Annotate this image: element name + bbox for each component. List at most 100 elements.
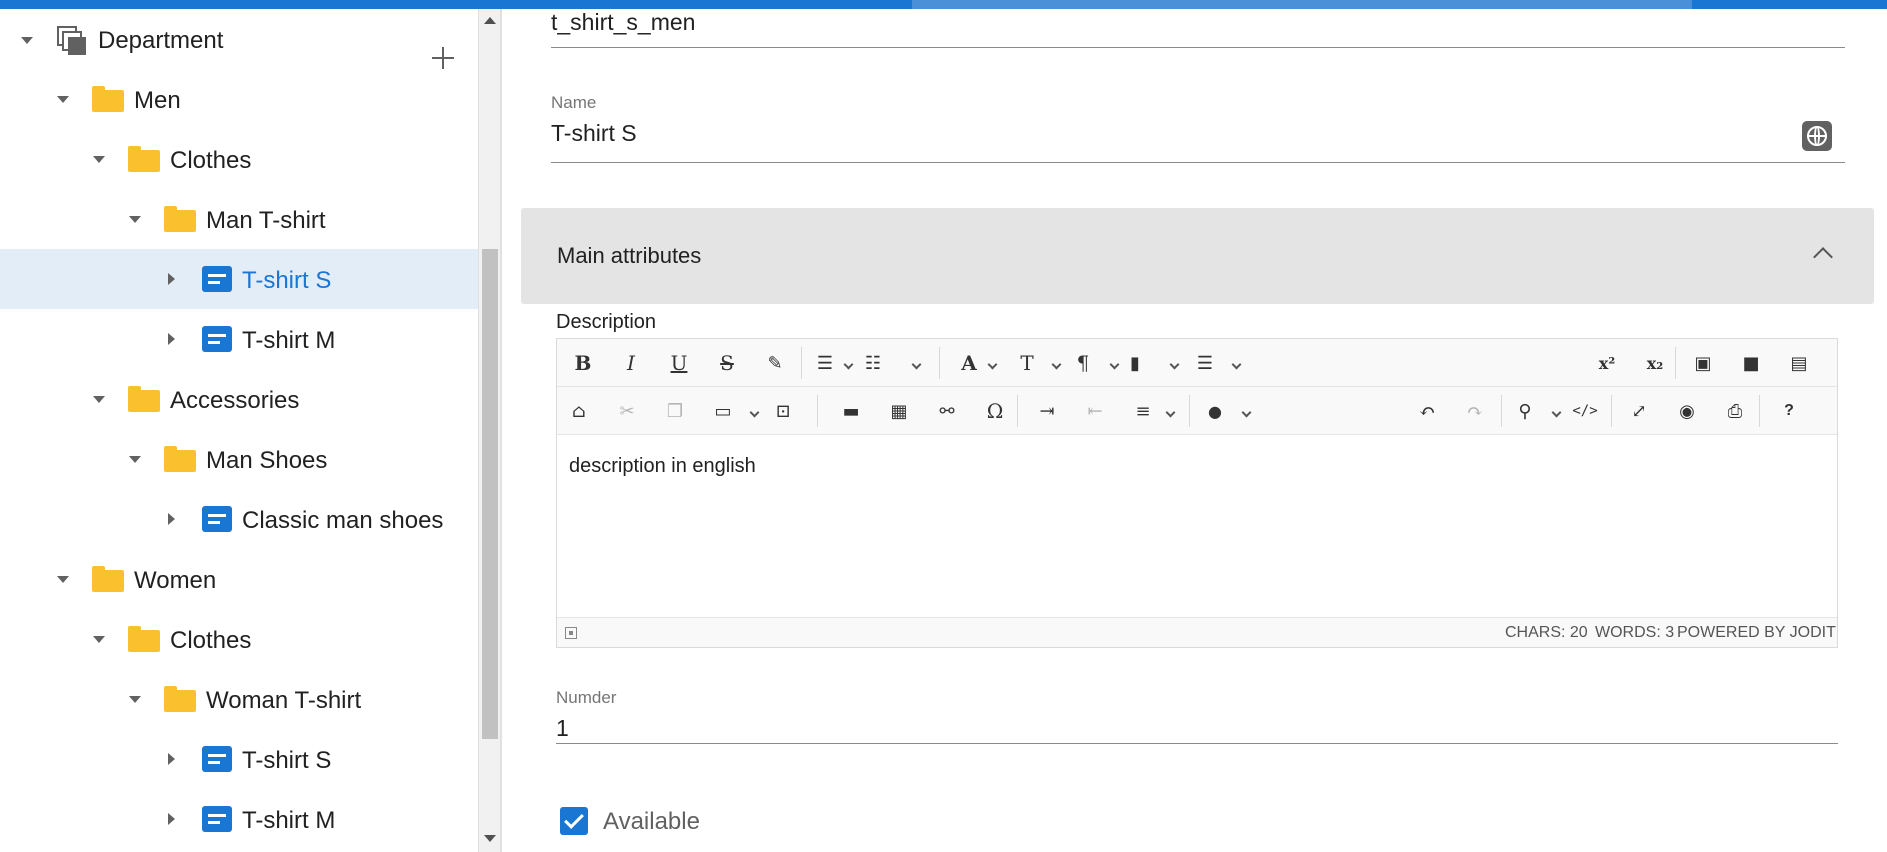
caret-down-icon[interactable] [20,33,34,47]
tree-root-department[interactable]: Department [0,9,478,69]
chevron-down-icon[interactable] [749,407,760,418]
classname-icon[interactable]: ▮ [1123,351,1147,375]
editor-toolbar-row-2: ⌂ ✂ ❐ ▭ ⊡ ▬ ▦ ⚯ Ω ⇥ ⇤ ≡ ● ↶ ↷ ⚲ </> ⤢ ◉ … [557,387,1837,435]
caret-right-icon[interactable] [164,272,178,286]
tree-item[interactable]: Man T-shirt [0,189,478,249]
caret-down-icon[interactable] [92,632,106,646]
tree-item[interactable]: T-shirt M [0,309,478,369]
tree-item[interactable]: Classic man shoes [0,489,478,549]
file-icon[interactable]: ▤ [1787,351,1811,375]
caret-down-icon[interactable] [128,212,142,226]
tree-item[interactable]: Man Shoes [0,429,478,489]
collection-icon [57,26,86,55]
caret-down-icon[interactable] [56,572,70,586]
tree-item[interactable]: Woman T-shirt [0,669,478,729]
subscript-icon[interactable]: x₂ [1643,351,1667,375]
strikethrough-icon[interactable]: S [715,351,739,375]
format-painter-icon[interactable]: ⌂ [567,399,591,423]
undo-icon[interactable]: ↶ [1415,399,1439,423]
bold-icon[interactable]: B [571,351,595,375]
chevron-down-icon[interactable] [1241,407,1252,418]
translate-globe-icon[interactable] [1802,121,1832,151]
chevron-down-icon[interactable] [1109,359,1120,370]
copy-icon[interactable]: ❐ [663,399,687,423]
description-label: Description [556,311,657,333]
caret-right-icon[interactable] [164,812,178,826]
outdent-icon[interactable]: ⇤ [1083,399,1107,423]
preview-eye-icon[interactable]: ◉ [1675,399,1699,423]
tree-item[interactable]: T-shirt S [0,729,478,789]
scroll-up-icon[interactable] [484,17,496,24]
caret-right-icon[interactable] [164,752,178,766]
tree-item[interactable]: Accessories [0,369,478,429]
sidebar-scrollbar[interactable] [478,9,500,852]
caret-right-icon[interactable] [164,332,178,346]
caret-down-icon[interactable] [128,692,142,706]
chevron-down-icon[interactable] [1169,359,1180,370]
underline-icon[interactable]: U [667,351,691,375]
tree-item[interactable]: Women [0,549,478,609]
paste-icon[interactable]: ▭ [711,399,735,423]
caret-right-icon[interactable] [164,512,178,526]
available-checkbox[interactable] [560,807,588,835]
fullscreen-icon[interactable]: ⤢ [1627,399,1651,423]
chevron-down-icon[interactable] [1231,359,1242,370]
font-size-icon[interactable]: T [1015,351,1039,375]
select-all-icon[interactable]: ⊡ [771,399,795,423]
search-icon[interactable]: ⚲ [1513,399,1537,423]
special-character-icon[interactable]: Ω [983,399,1007,423]
video-icon[interactable]: ■ [1739,351,1763,375]
chevron-up-icon[interactable] [1813,247,1833,267]
code-field[interactable]: t_shirt_s_men [551,9,695,36]
editor-content[interactable]: description in english [569,455,756,478]
tree-item[interactable]: T-shirt S [0,249,478,309]
resize-handle-icon[interactable] [565,627,577,639]
image-icon[interactable]: ▣ [1691,351,1715,375]
name-field[interactable]: T-shirt S [551,120,637,147]
help-icon[interactable]: ? [1777,399,1801,423]
chevron-down-icon[interactable] [843,359,854,370]
powered-by-link[interactable]: POWERED BY JODIT [1677,624,1836,642]
eraser-icon[interactable]: ✎ [763,351,787,375]
color-drop-icon[interactable]: ● [1203,399,1227,423]
font-icon[interactable]: A [957,351,981,375]
folder-icon [92,566,124,592]
table-icon[interactable]: ▦ [887,399,911,423]
words-count: WORDS: 3 [1595,624,1675,641]
tree-item-label: Accessories [170,387,300,414]
chevron-down-icon[interactable] [911,359,922,370]
scroll-thumb[interactable] [482,249,498,739]
print-icon[interactable]: ⎙ [1723,399,1747,423]
cut-icon[interactable]: ✂ [615,399,639,423]
paragraph-icon[interactable]: ¶ [1071,351,1095,375]
italic-icon[interactable]: I [619,351,643,375]
bullet-list-icon[interactable]: ☰ [813,351,837,375]
scroll-down-icon[interactable] [484,835,496,842]
chevron-down-icon[interactable] [1051,359,1062,370]
link-icon[interactable]: ⚯ [935,399,959,423]
caret-down-icon[interactable] [56,92,70,106]
caret-down-icon[interactable] [92,152,106,166]
caret-down-icon[interactable] [128,452,142,466]
line-height-icon[interactable]: ☰ [1193,351,1217,375]
align-icon[interactable]: ≡ [1131,399,1155,423]
item-form: t_shirt_s_men Name T-shirt S Main attrib… [502,9,1887,852]
horizontal-rule-icon[interactable]: ▬ [839,399,863,423]
tree-item[interactable]: Clothes [0,609,478,669]
main-attributes-header[interactable]: Main attributes [521,208,1874,304]
tree-root-label: Department [98,27,224,54]
source-code-icon[interactable]: </> [1572,399,1597,423]
indent-icon[interactable]: ⇥ [1035,399,1059,423]
superscript-icon[interactable]: x² [1595,351,1619,375]
chevron-down-icon[interactable] [1551,407,1562,418]
top-app-bar [0,0,1887,9]
chevron-down-icon[interactable] [1165,407,1176,418]
tree-item[interactable]: Men [0,69,478,129]
redo-icon[interactable]: ↷ [1463,399,1487,423]
number-field[interactable]: 1 [556,715,569,742]
chevron-down-icon[interactable] [987,359,998,370]
tree-item[interactable]: T-shirt M [0,789,478,849]
caret-down-icon[interactable] [92,392,106,406]
tree-item[interactable]: Clothes [0,129,478,189]
numbered-list-icon[interactable]: ☷ [861,351,885,375]
